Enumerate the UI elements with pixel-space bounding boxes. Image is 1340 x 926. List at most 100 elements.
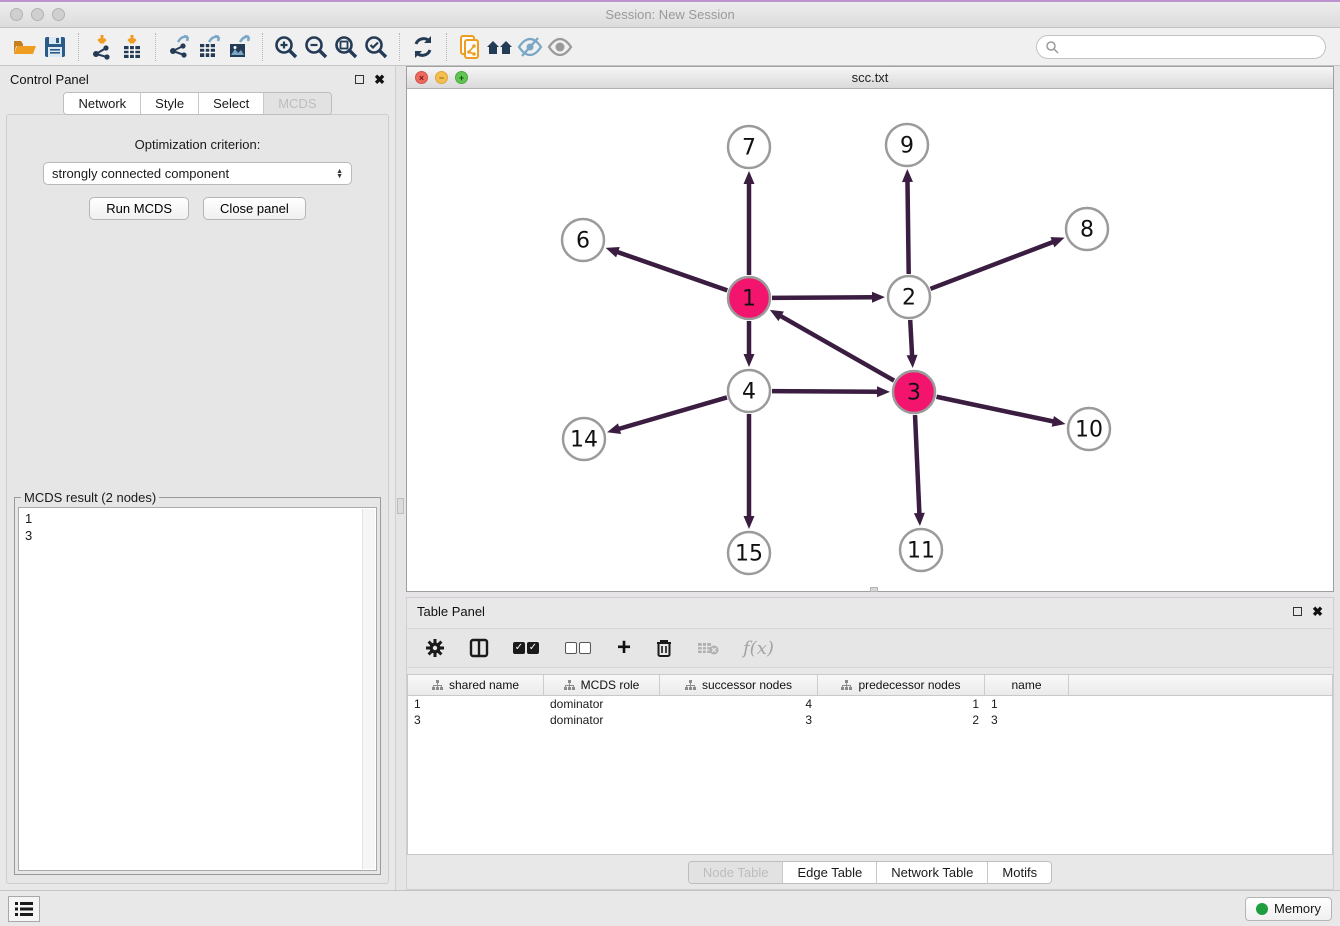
tab-network-table[interactable]: Network Table [877,862,988,883]
minimize-network-icon[interactable]: − [435,71,448,84]
select-all-checkboxes-icon[interactable]: ✓✓ [513,642,541,654]
column-header-predecessor-nodes[interactable]: predecessor nodes [818,675,985,695]
network-resize-grip[interactable] [870,587,878,592]
import-table-icon[interactable] [117,32,147,62]
graph-node-label-8: 8 [1080,218,1094,243]
task-history-button[interactable] [8,896,40,922]
duplicate-network-icon[interactable] [455,32,485,62]
delete-column-icon[interactable] [655,638,673,658]
close-network-icon[interactable]: × [415,71,428,84]
graph-node-label-11: 11 [907,539,935,564]
cell-successor-nodes[interactable]: 4 [660,696,818,712]
column-header-name[interactable]: name [985,675,1069,695]
graph-edge-2-9[interactable] [907,180,908,274]
close-window-icon[interactable] [10,8,23,21]
export-network-icon[interactable] [164,32,194,62]
close-panel-icon[interactable]: ✖ [374,75,385,84]
graph-edge-1-2[interactable] [772,297,874,298]
tab-node-table[interactable]: Node Table [689,862,784,883]
float-panel-icon[interactable] [355,75,364,84]
graph-node-label-2: 2 [902,286,916,311]
cell-name[interactable]: 3 [985,712,1069,728]
shared-column-icon [841,680,852,691]
cell-MCDS-role[interactable]: dominator [544,712,660,728]
run-mcds-button[interactable]: Run MCDS [89,197,189,220]
graph-edge-3-1[interactable] [779,315,894,380]
cell-predecessor-nodes[interactable]: 1 [818,696,985,712]
deselect-all-checkboxes-icon[interactable] [565,642,593,654]
memory-button[interactable]: Memory [1245,897,1332,921]
network-window-titlebar[interactable]: × − + scc.txt [407,67,1333,89]
column-header-successor-nodes[interactable]: successor nodes [660,675,818,695]
graph-edge-4-3[interactable] [772,391,879,392]
cell-shared-name[interactable]: 1 [408,696,544,712]
cell-MCDS-role[interactable]: dominator [544,696,660,712]
zoom-in-icon[interactable] [271,32,301,62]
zoom-selected-icon[interactable] [361,32,391,62]
graph-edge-3-11[interactable] [915,415,919,515]
edge-arrowhead [1050,237,1064,247]
table-row[interactable]: 1dominator411 [408,696,1332,712]
maximize-network-icon[interactable]: + [455,71,468,84]
column-header-shared-name[interactable]: shared name [408,675,544,695]
cell-predecessor-nodes[interactable]: 2 [818,712,985,728]
window-controls[interactable] [10,8,65,21]
save-session-icon[interactable] [40,32,70,62]
maximize-window-icon[interactable] [52,8,65,21]
graph-node-label-3: 3 [907,381,921,406]
tab-mcds[interactable]: MCDS [264,93,330,114]
tab-network[interactable]: Network [64,93,141,114]
edge-arrowhead [877,386,890,397]
graph-edge-2-3[interactable] [910,320,912,357]
table-body: 1dominator4113dominator323 [408,696,1332,728]
tab-style[interactable]: Style [141,93,199,114]
hide-selected-icon[interactable] [515,32,545,62]
graph-edge-1-6[interactable] [616,252,727,291]
split-view-icon[interactable] [469,638,489,658]
graph-edge-4-14[interactable] [618,397,727,429]
mcds-panel: Optimization criterion: strongly connect… [6,114,389,884]
tab-motifs[interactable]: Motifs [988,862,1051,883]
close-panel-button[interactable]: Close panel [203,197,306,220]
zoom-fit-icon[interactable] [331,32,361,62]
optimization-criterion-select[interactable]: strongly connected component ▲▼ [43,162,352,185]
result-scrollbar[interactable] [362,509,375,869]
export-table-icon[interactable] [194,32,224,62]
minimize-window-icon[interactable] [31,8,44,21]
cell-shared-name[interactable]: 3 [408,712,544,728]
mcds-result-box[interactable]: 1 3 [18,507,377,871]
divider-grip[interactable] [397,498,404,514]
graph-node-label-7: 7 [742,136,756,161]
graph-edge-3-10[interactable] [937,397,1055,422]
cell-name[interactable]: 1 [985,696,1069,712]
first-neighbors-icon[interactable] [485,32,515,62]
session-title: Session: New Session [605,7,734,22]
control-panel-tabs: NetworkStyleSelectMCDS [63,92,331,115]
tab-select[interactable]: Select [199,93,264,114]
edge-arrowhead [606,247,620,257]
panel-divider[interactable] [396,66,406,890]
show-all-icon[interactable] [545,32,575,62]
close-table-panel-icon[interactable]: ✖ [1312,607,1323,616]
cell-successor-nodes[interactable]: 3 [660,712,818,728]
settings-gear-icon[interactable] [425,638,445,658]
import-network-icon[interactable] [87,32,117,62]
export-image-icon[interactable] [224,32,254,62]
table-row[interactable]: 3dominator323 [408,712,1332,728]
delete-table-icon [697,640,719,656]
column-header-MCDS-role[interactable]: MCDS role [544,675,660,695]
zoom-out-icon[interactable] [301,32,331,62]
graph-edge-2-8[interactable] [930,241,1054,288]
optimization-criterion-value: strongly connected component [52,166,229,181]
function-builder-icon: f(x) [743,638,774,659]
search-field[interactable] [1036,35,1326,59]
add-column-icon[interactable]: + [617,638,631,658]
edge-arrowhead [914,513,925,526]
search-input[interactable] [1059,40,1317,54]
refresh-icon[interactable] [408,32,438,62]
open-file-icon[interactable] [10,32,40,62]
network-canvas[interactable]: 1234678910111415 [407,89,1333,591]
float-table-panel-icon[interactable] [1293,607,1302,616]
graph-node-label-1: 1 [742,287,756,312]
tab-edge-table[interactable]: Edge Table [783,862,877,883]
